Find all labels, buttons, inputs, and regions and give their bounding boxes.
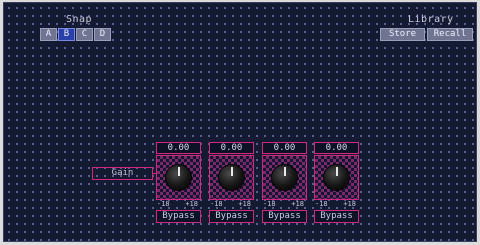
bypass-button[interactable]: Bypass xyxy=(209,210,254,223)
gain-knob[interactable] xyxy=(166,165,191,190)
gain-value-field[interactable]: 0.00 xyxy=(209,142,254,154)
knob-pointer-icon xyxy=(231,167,233,176)
store-button[interactable]: Store xyxy=(380,28,425,41)
library-title: Library xyxy=(408,14,454,25)
gain-channel-3: 0.00 -18 +18 Bypass xyxy=(261,142,308,228)
min-label: -18 xyxy=(315,200,328,208)
knob-frame xyxy=(209,155,254,200)
min-label: -18 xyxy=(157,200,170,208)
plugin-panel: Snap A B C D Library Store Recall Gain 0… xyxy=(3,2,477,242)
min-label: -18 xyxy=(210,200,223,208)
knob-pointer-icon xyxy=(178,167,180,176)
snap-a-button[interactable]: A xyxy=(40,28,57,41)
max-label: +18 xyxy=(291,200,304,208)
gain-knob[interactable] xyxy=(272,165,297,190)
knob-frame xyxy=(156,155,201,200)
bypass-button[interactable]: Bypass xyxy=(314,210,359,223)
snap-b-button[interactable]: B xyxy=(58,28,75,41)
max-label: +18 xyxy=(238,200,251,208)
gain-label: Gain xyxy=(92,167,153,180)
gain-value-field[interactable]: 0.00 xyxy=(262,142,307,154)
knob-frame xyxy=(262,155,307,200)
snap-title: Snap xyxy=(66,14,93,25)
max-label: +18 xyxy=(343,200,356,208)
gain-knob[interactable] xyxy=(324,165,349,190)
gain-value-field[interactable]: 0.00 xyxy=(314,142,359,154)
gain-knob[interactable] xyxy=(219,165,244,190)
gain-channel-4: 0.00 -18 +18 Bypass xyxy=(313,142,360,228)
gain-value-field[interactable]: 0.00 xyxy=(156,142,201,154)
snap-d-button[interactable]: D xyxy=(94,28,111,41)
knob-frame xyxy=(314,155,359,200)
bypass-button[interactable]: Bypass xyxy=(156,210,201,223)
gain-channel-1: 0.00 -18 +18 Bypass xyxy=(155,142,202,228)
knob-pointer-icon xyxy=(336,167,338,176)
recall-button[interactable]: Recall xyxy=(427,28,473,41)
knob-pointer-icon xyxy=(284,167,286,176)
bypass-button[interactable]: Bypass xyxy=(262,210,307,223)
snap-c-button[interactable]: C xyxy=(76,28,93,41)
max-label: +18 xyxy=(185,200,198,208)
min-label: -18 xyxy=(263,200,276,208)
gain-channel-2: 0.00 -18 +18 Bypass xyxy=(208,142,255,228)
